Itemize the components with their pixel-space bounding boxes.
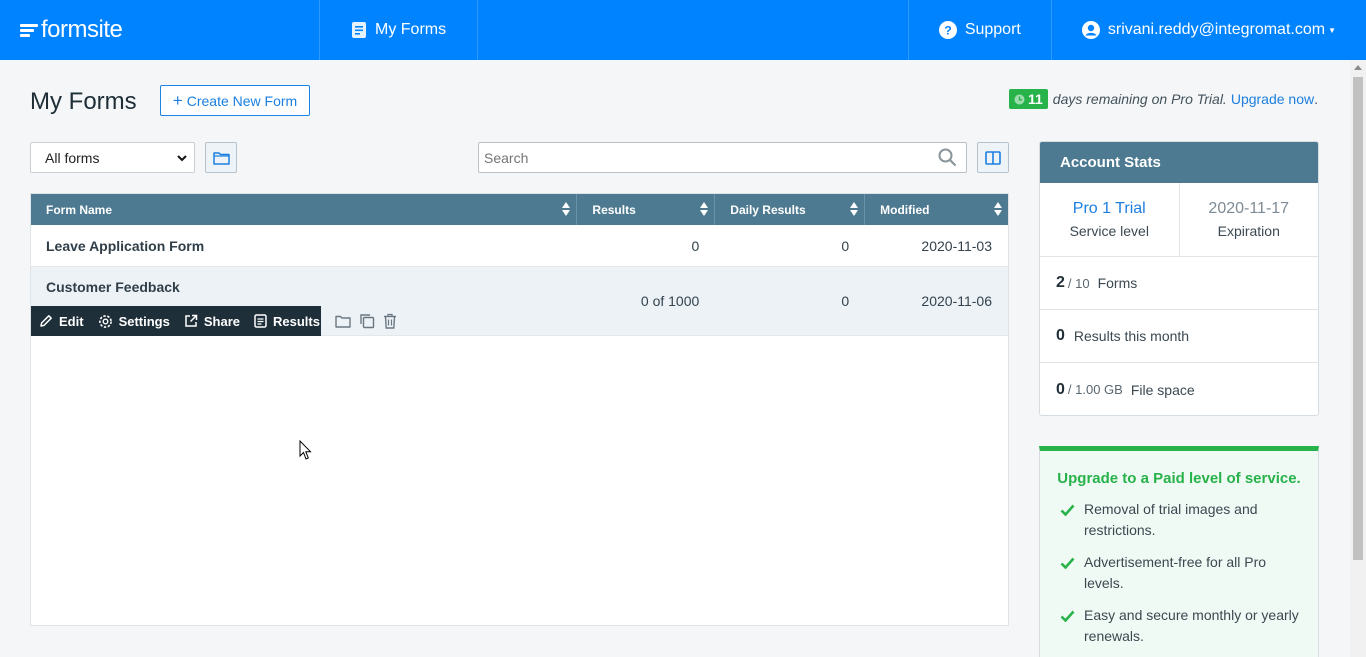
upgrade-benefits-list: Removal of trial images and restrictions… [1040,499,1318,647]
form-modified: 2020-11-06 [921,293,992,309]
list-item: Advertisement-free for all Pro levels. [1060,552,1304,594]
forms-icon [352,22,366,38]
plus-icon: + [172,91,183,110]
nav-my-forms[interactable]: My Forms [320,0,479,60]
nav-my-forms-label: My Forms [375,21,447,38]
sort-icon [700,202,709,216]
edit-button[interactable]: Edit [39,314,84,329]
chevron-down-icon [177,155,187,162]
upgrade-now-link[interactable]: Upgrade now [1231,91,1314,107]
form-daily-results: 0 [841,237,850,254]
results-button[interactable]: Results [254,314,320,329]
settings-button[interactable]: Settings [98,314,170,329]
form-modified: 2020-11-03 [921,237,992,254]
account-stats-title: Account Stats [1040,142,1318,183]
form-results: 0 of 1000 [640,293,700,309]
forms-filter-value: All forms [45,149,100,166]
column-header-results[interactable]: Results [577,194,716,225]
external-link-icon [185,314,198,327]
trial-notice: 11 days remaining on Pro Trial. Upgrade … [1008,89,1318,109]
scrollbar-thumb[interactable] [1353,77,1363,560]
service-level-value[interactable]: Pro 1 Trial [1073,200,1146,218]
results-stat: 0 Results this month [1040,310,1318,363]
trial-days-badge: 11 [1008,89,1048,109]
expiration-value: 2020-11-17 [1208,200,1290,217]
checkmark-icon [1060,605,1084,647]
mouse-cursor-icon [299,440,312,460]
svg-text:?: ? [944,24,951,38]
account-stats-summary: Pro 1 Trial Service level 2020-11-17 Exp… [1040,183,1318,257]
checkmark-icon [1060,552,1084,594]
share-button[interactable]: Share [184,314,240,329]
table-row[interactable]: Leave Application Form 0 0 2020-11-03 [31,225,1008,267]
page-title: My Forms [30,88,137,115]
folder-icon [212,151,230,165]
user-menu[interactable]: srivani.reddy@integromat.com ▼ [1052,0,1366,60]
search-icon[interactable] [938,148,957,167]
table-header: Form Name Results Daily Results Modified [31,194,1008,225]
document-icon [254,314,267,328]
nav-support-label: Support [964,21,1021,38]
checkmark-icon [1060,499,1084,541]
sort-icon [562,202,571,216]
file-space-stat: 0 / 1.00 GB File space [1056,380,1195,398]
form-daily-results: 0 [841,293,850,309]
column-layout-button[interactable] [977,142,1009,173]
duplicate-button[interactable] [359,313,375,329]
list-item: Removal of trial images and restrictions… [1060,499,1304,541]
sort-icon [850,202,859,216]
create-new-form-label: Create New Form [186,92,298,109]
column-header-modified[interactable]: Modified [865,194,1008,225]
nav-support[interactable]: ? Support [907,0,1052,60]
table-row[interactable]: Customer Feedback 0 of 1000 0 2020-11-06… [31,267,1008,336]
top-navbar: formsite My Forms ? Support srivani.redd… [0,0,1366,60]
service-level: Pro 1 Trial Service level [1040,183,1180,256]
column-header-daily-results[interactable]: Daily Results [715,194,866,225]
service-level-label: Service level [1069,223,1149,239]
account-stats-panel: Account Stats Pro 1 Trial Service level … [1039,141,1319,416]
sort-icon [994,202,1002,216]
formsite-logo[interactable]: formsite [0,0,320,60]
user-icon [1081,21,1100,39]
search-input[interactable] [478,142,967,173]
trial-days: 11 [1027,91,1043,107]
row-secondary-actions [327,313,397,329]
upgrade-title: Upgrade to a Paid level of service. [1057,470,1301,487]
logo-icon [20,22,38,39]
folder-button[interactable] [205,142,237,173]
form-results: 0 [691,237,700,254]
copy-icon [360,314,375,329]
form-name[interactable]: Leave Application Form [31,225,577,266]
list-item: Easy and secure monthly or yearly renewa… [1060,605,1304,647]
gear-icon [98,314,112,328]
trial-text: days remaining on Pro Trial. [1052,91,1227,107]
delete-button[interactable] [383,313,397,329]
folder-icon [335,315,351,328]
trial-period: . [1314,91,1318,107]
page-scrollbar[interactable] [1350,60,1366,657]
row-action-bar: Edit Settings Share Results [31,306,397,336]
row-primary-actions: Edit Settings Share Results [31,306,321,336]
help-icon: ? [938,21,957,39]
columns-icon [985,150,1001,165]
forms-table: Form Name Results Daily Results Modified… [30,193,1009,626]
forms-filter-select[interactable]: All forms [30,142,195,173]
pencil-icon [40,315,52,327]
chevron-down-icon: ▼ [1328,25,1336,35]
create-new-form-button[interactable]: + Create New Form [160,85,310,116]
trash-icon [384,313,396,329]
user-email: srivani.reddy@integromat.com [1107,21,1326,38]
column-header-form-name[interactable]: Form Name [31,194,578,225]
forms-stat: 2 / 10 Forms [1040,257,1318,310]
move-folder-button[interactable] [335,315,351,328]
expiration-label: Expiration [1217,223,1280,239]
scroll-up-arrow-icon[interactable] [1354,65,1362,70]
clock-icon [1014,94,1025,104]
expiration: 2020-11-17 Expiration [1180,183,1319,256]
logo-text: formsite [41,16,123,43]
upgrade-panel: Upgrade to a Paid level of service. Remo… [1039,446,1319,657]
